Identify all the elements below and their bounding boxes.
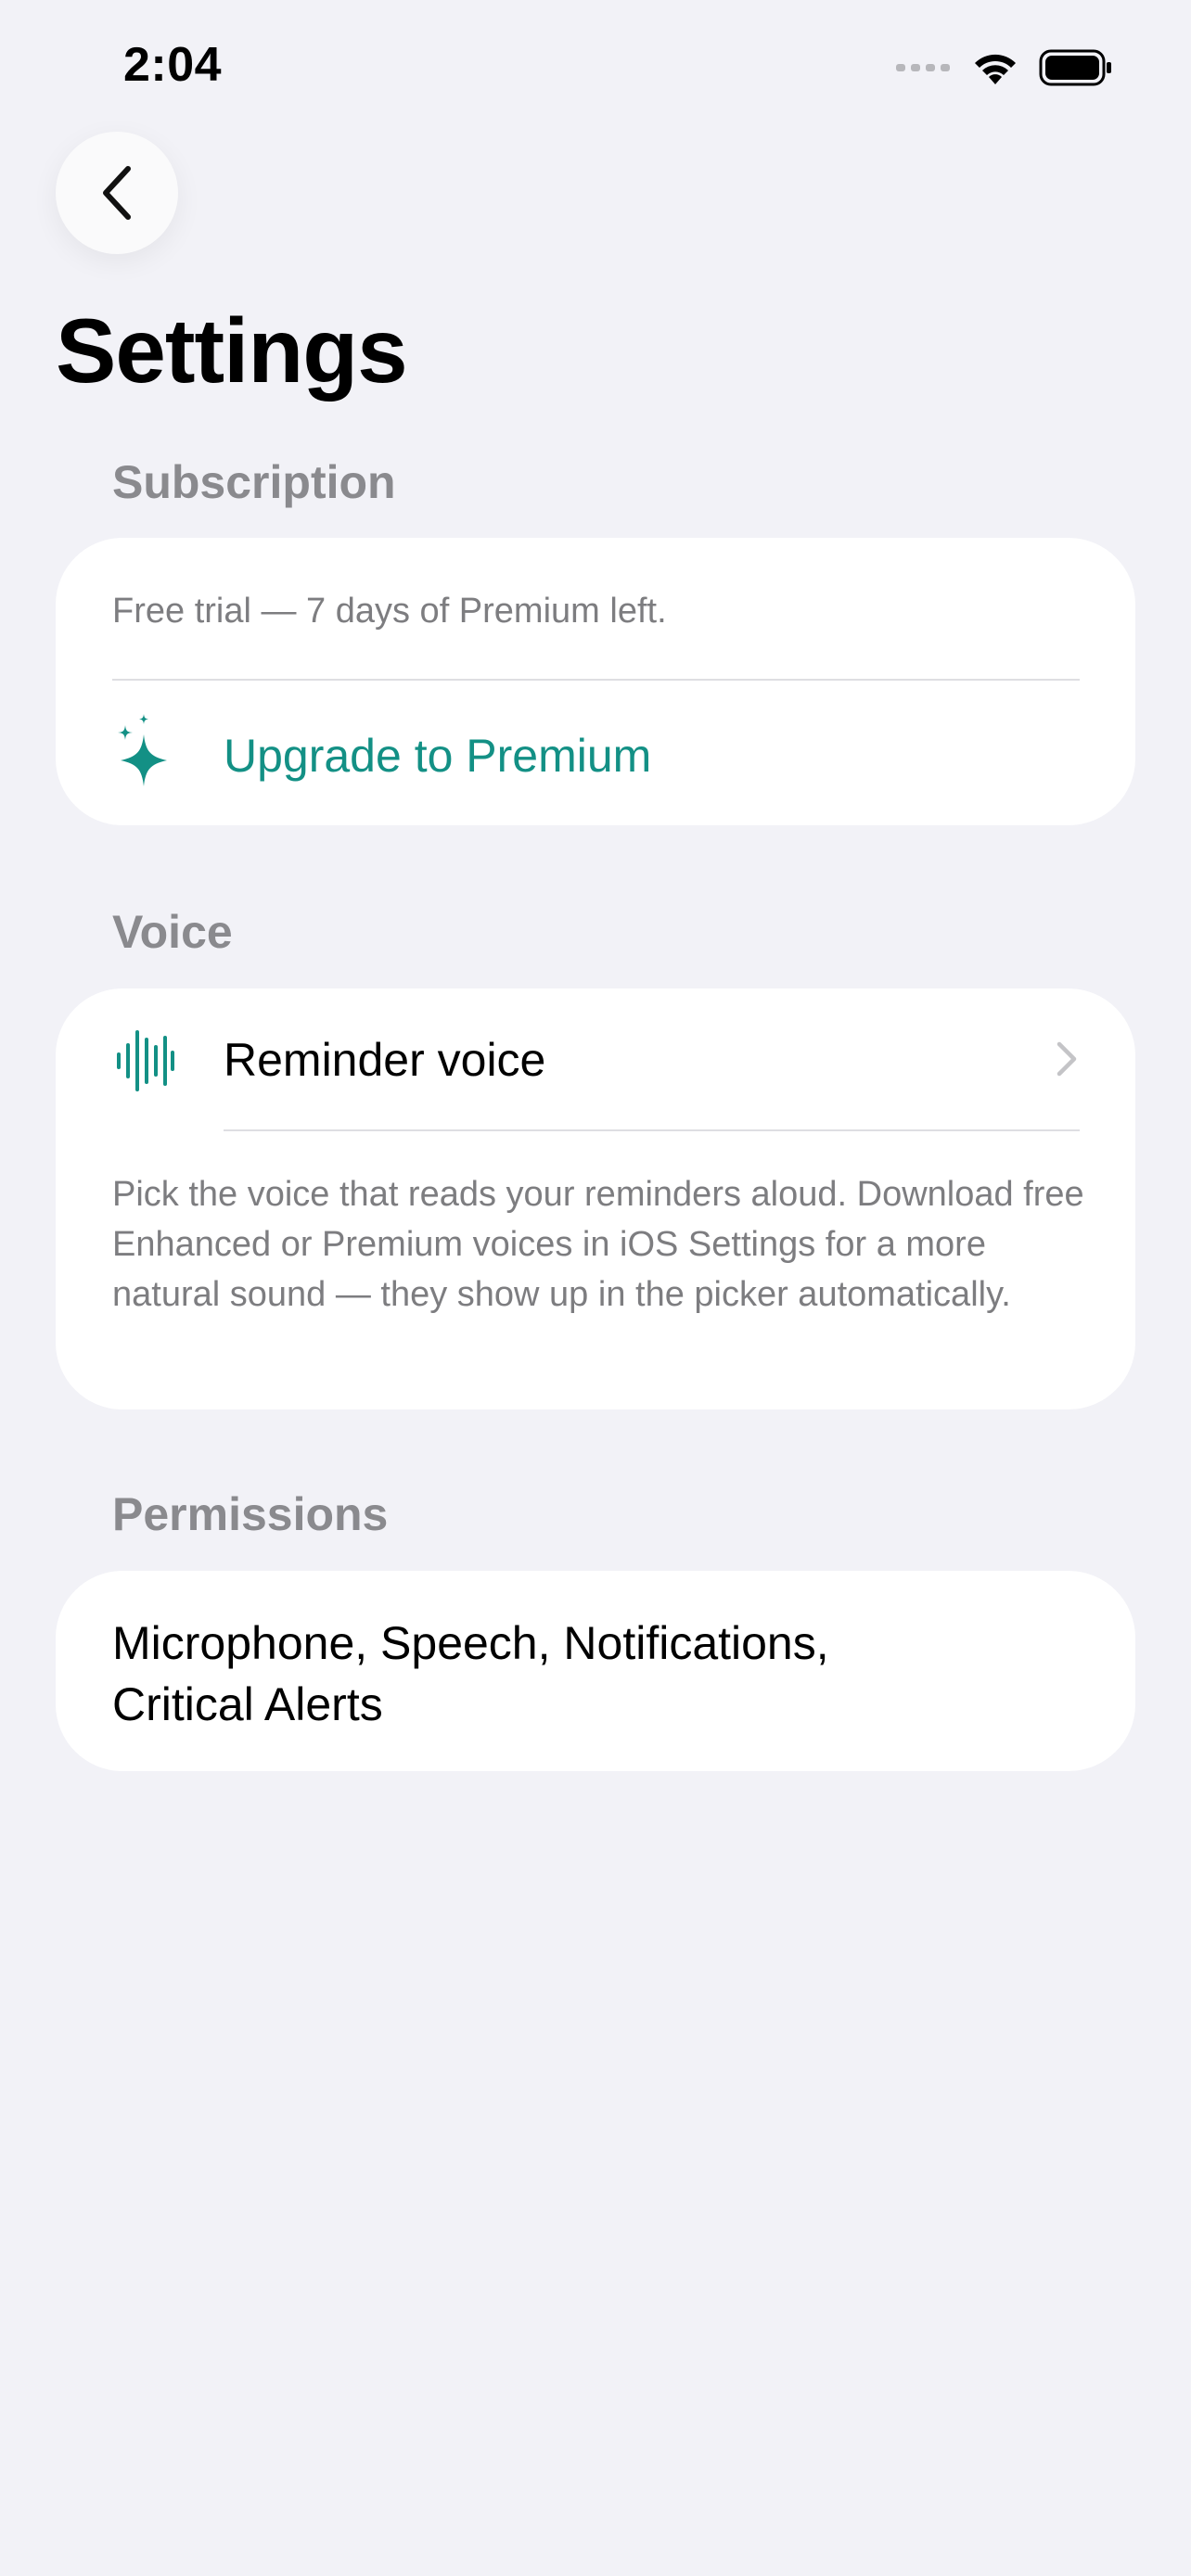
chevron-left-icon bbox=[103, 166, 131, 220]
voice-description: Pick the voice that reads your reminders… bbox=[112, 1175, 1084, 1314]
subscription-divider bbox=[112, 679, 1080, 681]
page-title: Settings bbox=[56, 300, 408, 402]
voice-card: Reminder voice Pick the voice that reads… bbox=[56, 988, 1135, 1409]
waveform-icon bbox=[117, 1030, 174, 1091]
back-button[interactable] bbox=[56, 132, 178, 254]
sparkles-icon bbox=[118, 714, 167, 786]
upgrade-to-premium-button[interactable]: Upgrade to Premium bbox=[56, 682, 1135, 825]
wifi-icon bbox=[975, 54, 1016, 84]
trial-status-text: Free trial — 7 days of Premium left. bbox=[112, 592, 667, 631]
status-bar: 2:04 bbox=[0, 0, 1191, 139]
reminder-voice-row[interactable]: Reminder voice bbox=[56, 988, 1135, 1132]
permissions-card[interactable]: Microphone, Speech, Notifications, Criti… bbox=[56, 1571, 1135, 1771]
voice-section-header: Voice bbox=[112, 906, 233, 958]
status-time: 2:04 bbox=[123, 38, 223, 92]
cellular-signal-icon bbox=[896, 64, 950, 71]
voice-divider bbox=[224, 1129, 1080, 1131]
permissions-section-header: Permissions bbox=[112, 1488, 389, 1540]
permissions-list-text: Microphone, Speech, Notifications, Criti… bbox=[112, 1617, 829, 1730]
battery-icon bbox=[1039, 49, 1111, 86]
status-icons bbox=[896, 46, 1113, 89]
subscription-card: Free trial — 7 days of Premium left. Upg… bbox=[56, 538, 1135, 825]
subscription-section-header: Subscription bbox=[112, 456, 396, 508]
upgrade-label: Upgrade to Premium bbox=[224, 730, 652, 782]
chevron-right-icon bbox=[1057, 1041, 1077, 1077]
reminder-voice-label: Reminder voice bbox=[224, 1034, 546, 1086]
